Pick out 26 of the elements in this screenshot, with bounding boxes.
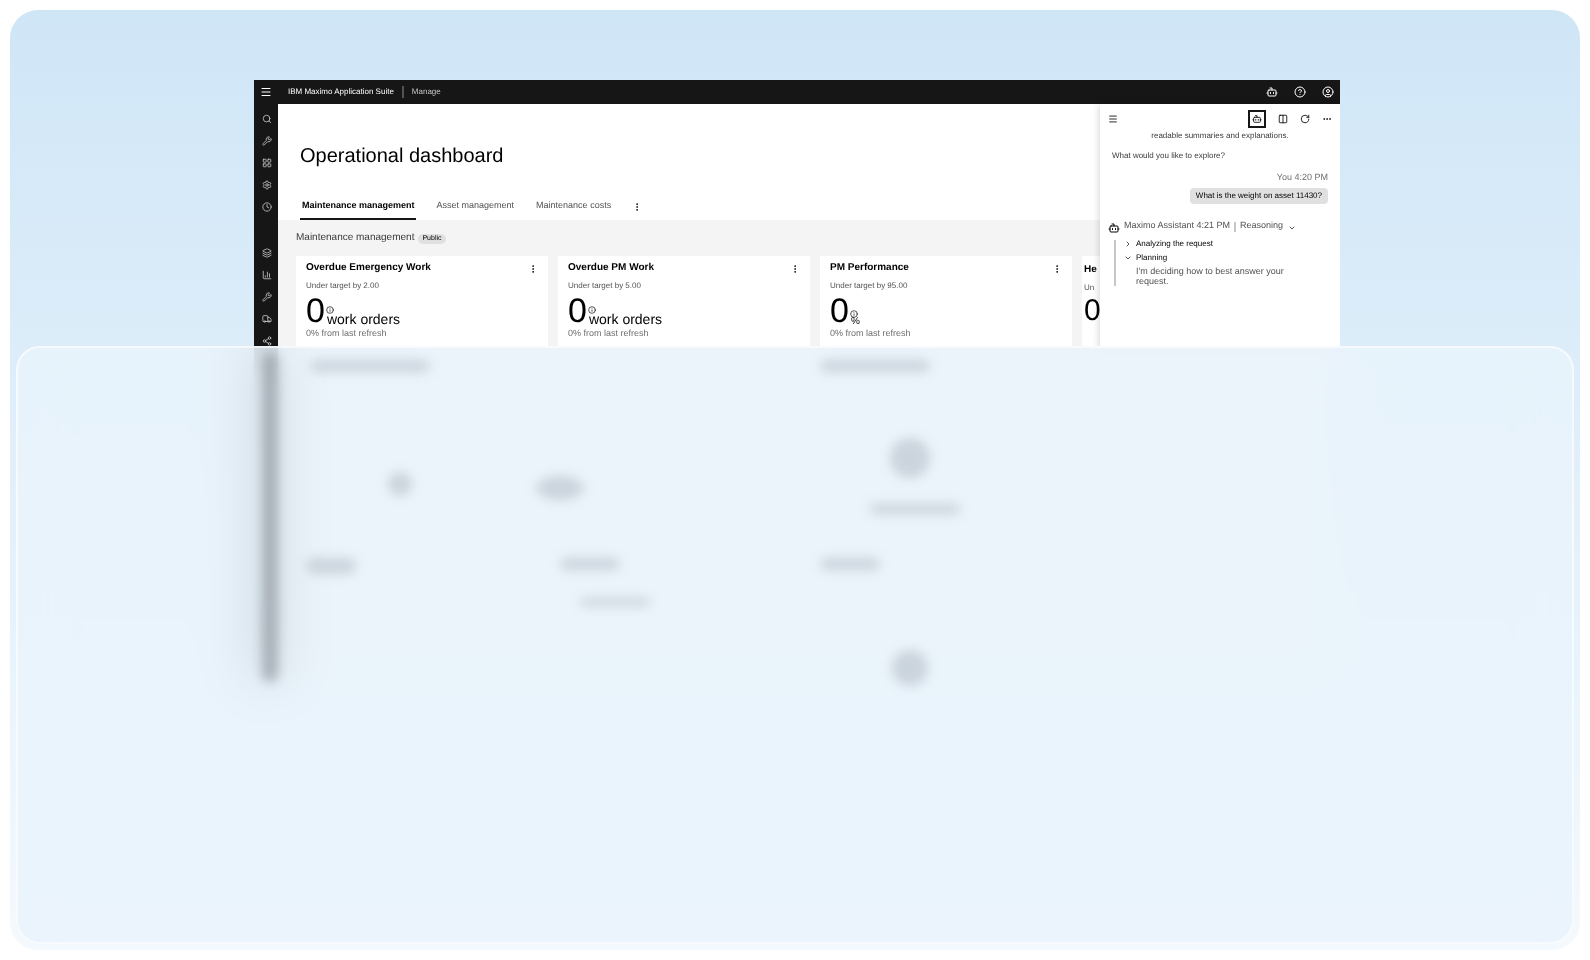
nav-icon[interactable] xyxy=(261,336,271,346)
assistant-icon xyxy=(1108,221,1120,233)
help-icon[interactable] xyxy=(1294,86,1306,98)
nav-icon[interactable] xyxy=(261,248,271,258)
metric-value: 0 xyxy=(568,294,587,328)
nav-icon[interactable] xyxy=(261,270,271,280)
nav-icon[interactable] xyxy=(261,158,271,168)
user-icon[interactable] xyxy=(1322,86,1334,98)
nav-icon[interactable] xyxy=(261,136,271,146)
menu-icon[interactable] xyxy=(260,86,272,98)
nav-icon[interactable] xyxy=(261,180,271,190)
refresh-icon[interactable] xyxy=(1300,113,1310,123)
assistant-button[interactable] xyxy=(1248,109,1266,127)
page-title: Operational dashboard xyxy=(300,148,504,168)
nav-icon[interactable] xyxy=(261,314,271,324)
metric-value: 0 xyxy=(830,294,849,328)
info-icon xyxy=(588,306,597,314)
metric-value: 0 xyxy=(306,294,325,328)
info-icon xyxy=(326,306,335,314)
nav-icon[interactable] xyxy=(261,202,271,212)
nav-icon[interactable] xyxy=(261,114,271,124)
info-icon xyxy=(850,310,859,318)
layout-icon[interactable] xyxy=(1278,113,1288,123)
metric-value: 0 xyxy=(1084,296,1101,326)
nav-icon[interactable] xyxy=(261,292,271,302)
assistant-icon[interactable] xyxy=(1266,86,1278,98)
